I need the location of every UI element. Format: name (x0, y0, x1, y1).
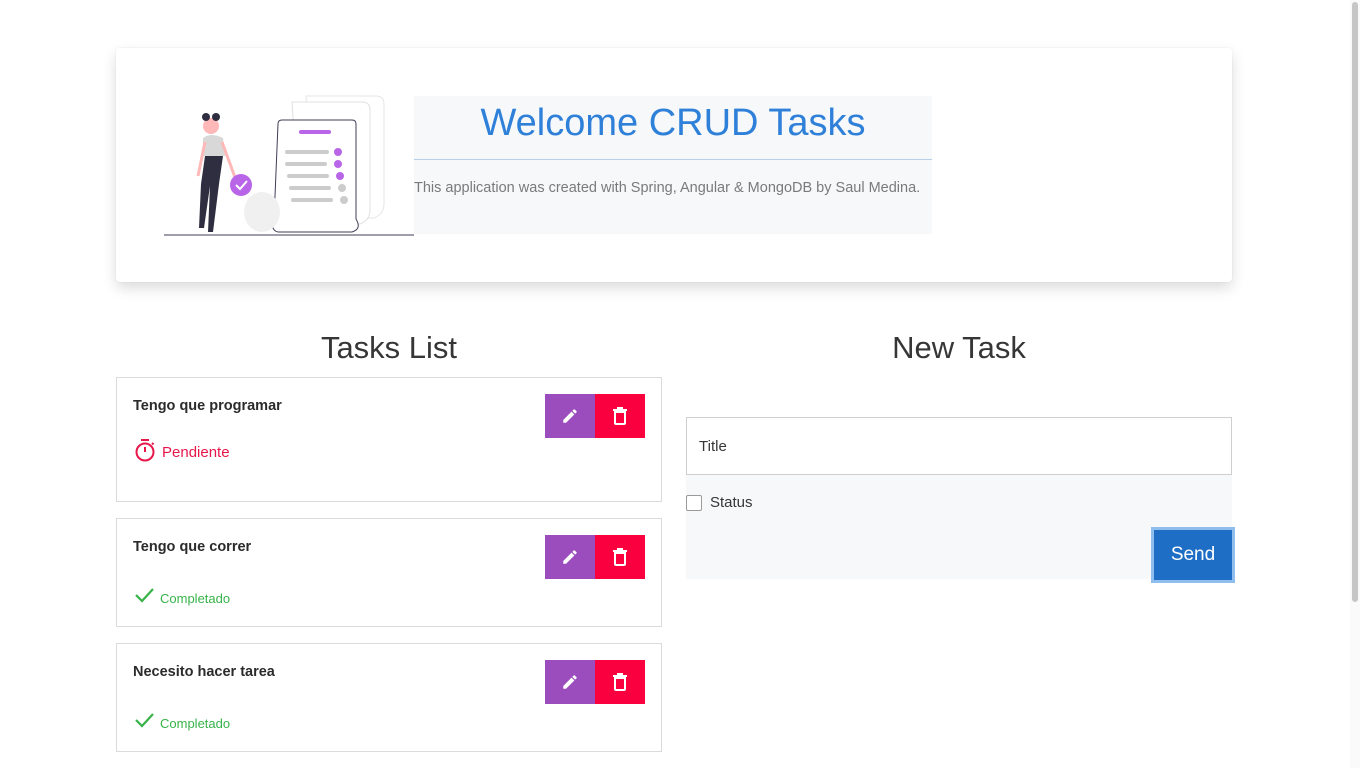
delete-task-button[interactable] (595, 660, 645, 704)
task-card: Necesito hacer tarea Completado (116, 643, 662, 752)
trash-icon (613, 673, 627, 691)
task-status: Completado (134, 708, 230, 731)
task-title: Tengo que programar (133, 398, 282, 414)
tasks-illustration (164, 95, 414, 236)
task-status: Pendiente (134, 438, 230, 462)
status-checkbox-label: Status (710, 494, 753, 511)
new-task-heading: New Task (892, 330, 1026, 365)
hero-text-box: Welcome CRUD Tasks This application was … (414, 96, 932, 234)
trash-icon (613, 548, 627, 566)
pencil-icon (563, 550, 577, 564)
page-scrollbar[interactable] (1350, 0, 1360, 768)
status-label: Completado (160, 591, 231, 606)
delete-task-button[interactable] (595, 535, 645, 579)
task-title: Necesito hacer tarea (133, 664, 275, 680)
tasks-list-heading: Tasks List (320, 330, 458, 365)
pencil-icon (563, 675, 577, 689)
title-input[interactable] (686, 417, 1232, 475)
status-label: Pendiente (162, 443, 230, 461)
task-card: Tengo que programar Pendiente (116, 377, 662, 502)
edit-task-button[interactable] (545, 535, 595, 579)
task-status: Completado (134, 583, 230, 606)
task-title: Tengo que correr (133, 539, 252, 555)
status-label: Completado (160, 716, 231, 731)
pencil-icon (563, 409, 577, 423)
scrollbar-thumb[interactable] (1352, 2, 1358, 602)
task-card: Tengo que correr Completado (116, 518, 662, 627)
new-task-form: Status Send (686, 417, 1232, 580)
hero-card: Welcome CRUD Tasks This application was … (116, 48, 1232, 282)
delete-task-button[interactable] (595, 394, 645, 438)
status-checkbox-row[interactable]: Status (686, 494, 753, 511)
hero-title: Welcome CRUD Tasks (414, 96, 932, 160)
stopwatch-icon (135, 439, 155, 462)
trash-icon (613, 407, 627, 425)
hero-subtitle: This application was created with Spring… (414, 180, 921, 196)
check-icon (135, 712, 154, 728)
send-button[interactable]: Send (1154, 530, 1232, 580)
edit-task-button[interactable] (545, 660, 595, 704)
check-icon (135, 587, 154, 603)
edit-task-button[interactable] (545, 394, 595, 438)
status-checkbox[interactable] (686, 494, 702, 511)
